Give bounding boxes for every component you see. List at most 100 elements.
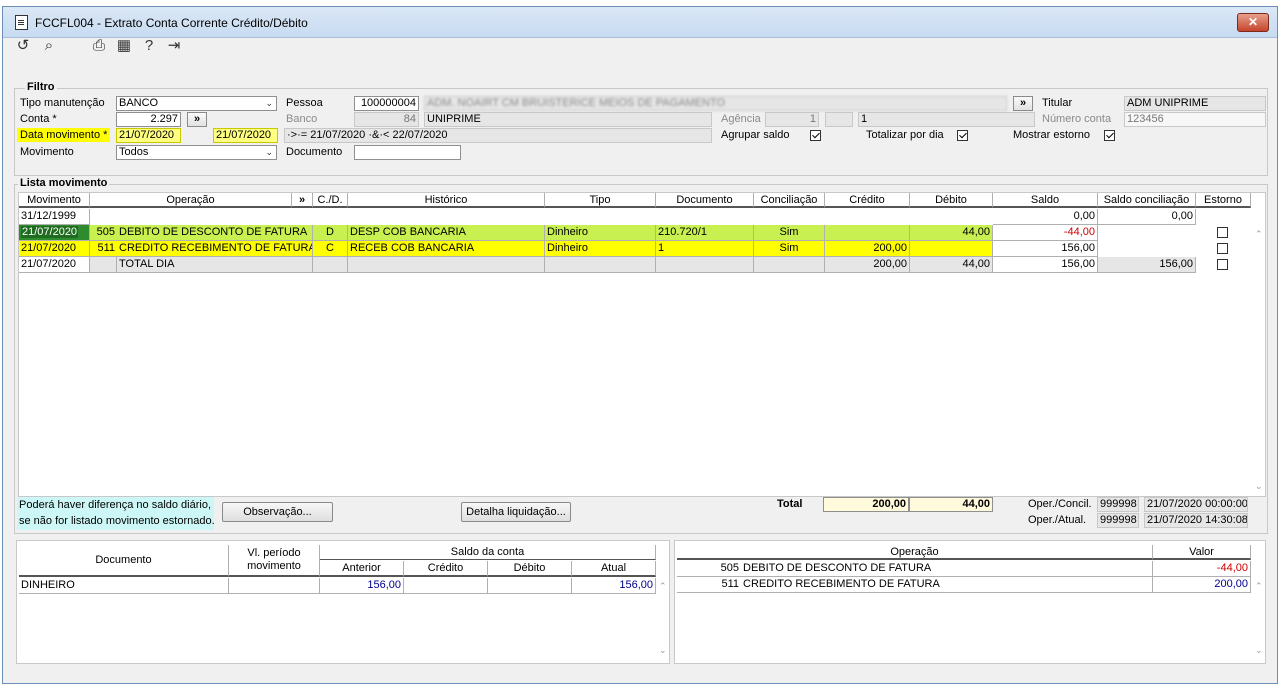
close-button[interactable]: ✕ bbox=[1237, 13, 1269, 32]
col-credito[interactable]: Crédito bbox=[825, 193, 910, 208]
conta-number-field: 1 bbox=[858, 112, 1035, 127]
detalha-liquidacao-button[interactable]: Detalha liquidação... bbox=[461, 502, 571, 522]
agrupar-saldo-checkbox[interactable] bbox=[810, 130, 821, 141]
col-debito[interactable]: Débito bbox=[488, 561, 572, 577]
col-anterior[interactable]: Anterior bbox=[320, 561, 404, 577]
cell-tipo: Dinheiro bbox=[545, 241, 656, 257]
col-saldo-conciliacao[interactable]: Saldo conciliação bbox=[1098, 193, 1196, 208]
col-vl-periodo[interactable]: Vl. período movimento bbox=[229, 545, 320, 577]
col-tipo[interactable]: Tipo bbox=[545, 193, 656, 208]
cell-op-code: 505 bbox=[90, 225, 117, 241]
cell-tipo bbox=[545, 257, 656, 273]
col-movimento[interactable]: Movimento bbox=[19, 193, 90, 208]
help-icon[interactable]: ? bbox=[139, 36, 159, 56]
col-expand[interactable]: » bbox=[292, 193, 313, 208]
observacao-button[interactable]: Observação... bbox=[222, 502, 333, 522]
cell-historico bbox=[348, 257, 545, 273]
cell-op-desc: TOTAL DIA bbox=[117, 257, 313, 273]
saldo-grid: Documento Vl. período movimento Saldo da… bbox=[16, 540, 670, 664]
conta-lookup-button[interactable]: » bbox=[187, 112, 207, 127]
col-conciliacao[interactable]: Conciliação bbox=[754, 193, 825, 208]
total-debito-field: 44,00 bbox=[909, 497, 993, 512]
cell-saldo-conciliacao: 156,00 bbox=[1098, 257, 1196, 273]
agencia-digit-field bbox=[825, 112, 853, 127]
cell-documento: 210.720/1 bbox=[656, 225, 754, 241]
scroll-down-icon[interactable]: ⌄ bbox=[1255, 645, 1263, 656]
scroll-up-icon[interactable]: ⌃ bbox=[1255, 581, 1263, 592]
cell-saldo-conciliacao: 0,00 bbox=[1098, 209, 1196, 225]
search-icon[interactable]: ⌕ bbox=[39, 36, 59, 56]
col-operacao[interactable]: Operação bbox=[90, 193, 292, 208]
data-from-input[interactable]: 21/07/2020 bbox=[116, 128, 181, 143]
scroll-up-icon[interactable]: ⌃ bbox=[659, 581, 667, 592]
print-icon[interactable]: ⎙ bbox=[89, 36, 109, 56]
cell-historico: RECEB COB BANCARIA bbox=[348, 241, 545, 257]
agencia-field: 1 bbox=[765, 112, 819, 127]
refresh-icon[interactable]: ↺ bbox=[13, 36, 33, 56]
col-valor[interactable]: Valor bbox=[1153, 545, 1251, 560]
cell-movimento: 31/12/1999 bbox=[19, 209, 90, 225]
pessoa-lookup-button[interactable]: » bbox=[1013, 96, 1033, 111]
col-documento[interactable]: Documento bbox=[19, 545, 229, 577]
col-credito[interactable]: Crédito bbox=[404, 561, 488, 577]
cell-saldo: 156,00 bbox=[993, 257, 1098, 273]
col-historico[interactable]: Histórico bbox=[348, 193, 545, 208]
cell-op-desc: CREDITO RECEBIMENTO DE FATURA bbox=[741, 577, 1153, 593]
cell-op-desc: DEBITO DE DESCONTO DE FATURA bbox=[117, 225, 313, 241]
col-cd[interactable]: C./D. bbox=[313, 193, 348, 208]
filtro-title: Filtro bbox=[25, 81, 57, 93]
conta-input[interactable]: 2.297 bbox=[116, 112, 181, 127]
selected-date: 21/07/2020 bbox=[21, 226, 79, 238]
documento-input[interactable] bbox=[354, 145, 461, 160]
pessoa-name-field: ADM. NOAIRT CM BRUISTERICE MEIOS DE PAGA… bbox=[424, 96, 1007, 111]
banco-label: Banco bbox=[286, 113, 318, 125]
scroll-down-icon[interactable]: ⌄ bbox=[1255, 481, 1263, 492]
cell-documento: DINHEIRO bbox=[19, 578, 229, 594]
movimento-value: Todos bbox=[119, 146, 149, 158]
cell-cd: D bbox=[313, 225, 348, 241]
cell-tipo: Dinheiro bbox=[545, 225, 656, 241]
exit-icon[interactable]: ⇥ bbox=[164, 36, 184, 56]
cell-op-code: 505 bbox=[677, 561, 741, 577]
data-movimento-label: Data movimento * bbox=[17, 128, 111, 142]
cell-op-desc: DEBITO DE DESCONTO DE FATURA bbox=[741, 561, 1153, 577]
estorno-checkbox[interactable] bbox=[1217, 227, 1228, 238]
cell-movimento: 21/07/2020 bbox=[19, 241, 90, 257]
cell-saldo: 0,00 bbox=[993, 209, 1098, 225]
agencia-label: Agência bbox=[721, 113, 761, 125]
cell-credito: 200,00 bbox=[825, 241, 910, 257]
col-documento[interactable]: Documento bbox=[656, 193, 754, 208]
scroll-down-icon[interactable]: ⌄ bbox=[659, 645, 667, 656]
cell-credito bbox=[825, 225, 910, 241]
cell-debito bbox=[488, 578, 572, 594]
estorno-checkbox[interactable] bbox=[1217, 259, 1228, 270]
lista-title: Lista movimento bbox=[18, 177, 110, 189]
estorno-checkbox[interactable] bbox=[1217, 243, 1228, 254]
col-atual[interactable]: Atual bbox=[572, 561, 656, 577]
scroll-up-icon[interactable]: ⌃ bbox=[1255, 229, 1263, 240]
tipo-manutencao-select[interactable]: BANCO ⌄ bbox=[116, 96, 277, 111]
cell-debito bbox=[910, 241, 993, 257]
mostrar-estorno-checkbox[interactable] bbox=[1104, 130, 1115, 141]
tipo-manutencao-label: Tipo manutenção bbox=[20, 97, 105, 109]
col-saldo[interactable]: Saldo bbox=[993, 193, 1098, 208]
col-estorno[interactable]: Estorno bbox=[1196, 193, 1251, 208]
tipo-manutencao-value: BANCO bbox=[119, 97, 159, 109]
col-operacao[interactable]: Operação bbox=[677, 545, 1153, 560]
data-to-input[interactable]: 21/07/2020 bbox=[213, 128, 278, 143]
chevron-down-icon: ⌄ bbox=[265, 98, 273, 108]
cell-documento bbox=[656, 257, 754, 273]
totalizar-checkbox[interactable] bbox=[957, 130, 968, 141]
cell-saldo: -44,00 bbox=[993, 225, 1098, 241]
title-bar: FCCFL004 - Extrato Conta Corrente Crédit… bbox=[3, 7, 1277, 38]
cell-movimento: 21/07/2020 bbox=[19, 225, 90, 241]
pessoa-label: Pessoa bbox=[286, 97, 323, 109]
pessoa-code-input[interactable]: 100000004 bbox=[354, 96, 419, 111]
col-saldo-conta[interactable]: Saldo da conta bbox=[320, 545, 656, 560]
titular-field: ADM UNIPRIME bbox=[1124, 96, 1266, 111]
window-title: FCCFL004 - Extrato Conta Corrente Crédit… bbox=[35, 16, 308, 30]
movimento-select[interactable]: Todos ⌄ bbox=[116, 145, 277, 160]
calendar-icon[interactable]: ▦ bbox=[114, 36, 134, 56]
cell-valor: 200,00 bbox=[1153, 577, 1251, 593]
col-debito[interactable]: Débito bbox=[910, 193, 993, 208]
